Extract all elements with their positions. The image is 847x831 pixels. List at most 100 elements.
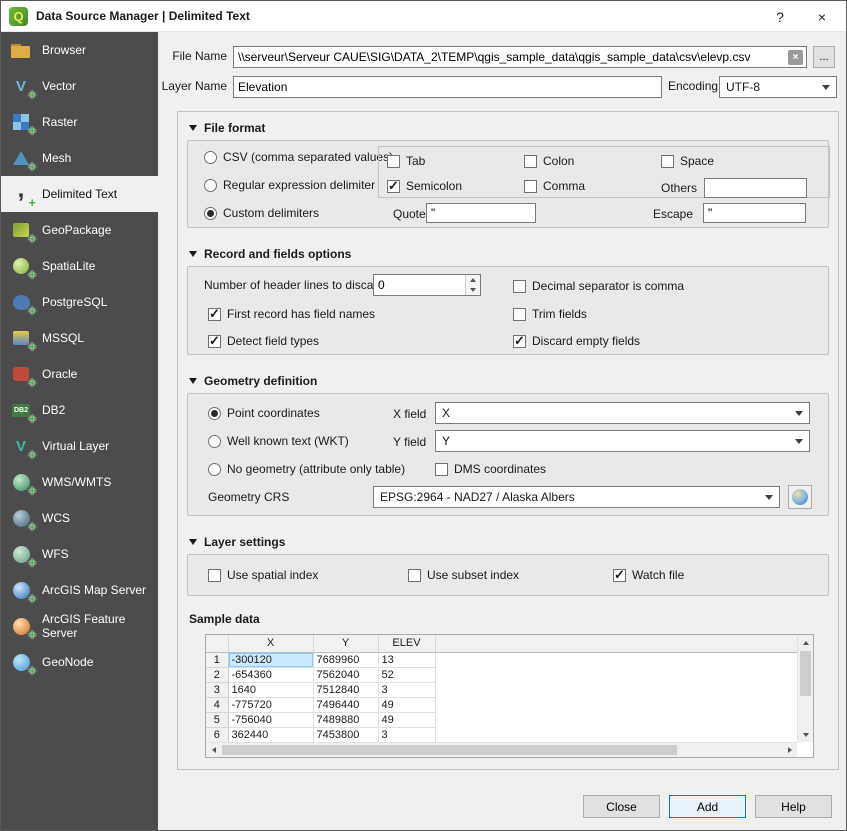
checkbox-discard-empty-fields[interactable]: Discard empty fields — [513, 333, 640, 349]
sidebar-item-raster[interactable]: Raster — [1, 104, 158, 140]
table-cell[interactable]: 362440 — [228, 727, 313, 742]
file-format-section-header[interactable]: File format — [189, 118, 829, 138]
table-cell[interactable]: 7496440 — [313, 697, 378, 712]
browse-button[interactable]: ... — [813, 46, 835, 68]
y-field-select[interactable]: Y — [435, 430, 810, 452]
vertical-scroll-thumb[interactable] — [800, 651, 811, 696]
checkbox-comma[interactable]: Comma — [524, 178, 585, 194]
table-cell[interactable]: 1640 — [228, 682, 313, 697]
checkbox-detect-field-types[interactable]: Detect field types — [208, 333, 319, 349]
vertical-scrollbar[interactable] — [797, 635, 813, 742]
sidebar-item-label: ArcGIS Map Server — [42, 583, 146, 597]
radio-custom-delimiters[interactable]: Custom delimiters — [204, 205, 319, 221]
spin-up-button[interactable] — [466, 275, 480, 285]
window-close-button[interactable]: × — [806, 1, 838, 32]
checkbox-first-record-field-names[interactable]: First record has field names — [208, 306, 375, 322]
row-number[interactable]: 4 — [206, 697, 228, 712]
row-number[interactable]: 3 — [206, 682, 228, 697]
add-button[interactable]: Add — [669, 795, 746, 818]
checkbox-trim-fields[interactable]: Trim fields — [513, 306, 587, 322]
radio-regexp-delimiter[interactable]: Regular expression delimiter — [204, 177, 375, 193]
sidebar-item-wfs[interactable]: WFS — [1, 536, 158, 572]
scroll-left-icon[interactable] — [206, 743, 221, 757]
table-cell[interactable]: 3 — [378, 682, 435, 697]
horizontal-scroll-thumb[interactable] — [222, 745, 677, 755]
checkbox-use-spatial-index[interactable]: Use spatial index — [208, 567, 318, 583]
file-name-input[interactable] — [233, 46, 807, 68]
sidebar-item-oracle[interactable]: Oracle — [1, 356, 158, 392]
checkbox-dms-coordinates[interactable]: DMS coordinates — [435, 461, 546, 477]
encoding-select[interactable]: UTF-8 — [719, 76, 837, 98]
close-button[interactable]: Close — [583, 795, 660, 818]
scroll-right-icon[interactable] — [782, 743, 797, 757]
sidebar-item-mesh[interactable]: Mesh — [1, 140, 158, 176]
sidebar-item-mssql[interactable]: MSSQL — [1, 320, 158, 356]
record-options-section-header[interactable]: Record and fields options — [189, 244, 829, 264]
table-cell[interactable]: 13 — [378, 652, 435, 667]
sidebar-item-wcs[interactable]: WCS — [1, 500, 158, 536]
layer-name-input[interactable] — [233, 76, 662, 98]
column-header-y[interactable]: Y — [313, 635, 378, 652]
table-cell[interactable]: 3 — [378, 727, 435, 742]
geometry-section-title: Geometry definition — [204, 374, 317, 388]
spin-down-button[interactable] — [466, 285, 480, 295]
checkbox-decimal-separator-comma[interactable]: Decimal separator is comma — [513, 278, 684, 294]
scroll-up-icon[interactable] — [798, 635, 813, 650]
checkbox-use-subset-index[interactable]: Use subset index — [408, 567, 519, 583]
column-header-x[interactable]: X — [228, 635, 313, 652]
table-cell[interactable]: 7512840 — [313, 682, 378, 697]
table-cell[interactable]: 7689960 — [313, 652, 378, 667]
column-header-elev[interactable]: ELEV — [378, 635, 435, 652]
table-cell[interactable]: -756040 — [228, 712, 313, 727]
table-cell[interactable]: 49 — [378, 712, 435, 727]
checkbox-tab[interactable]: Tab — [387, 153, 425, 169]
sidebar-item-spatialite[interactable]: SpatiaLite — [1, 248, 158, 284]
table-cell[interactable]: 7489880 — [313, 712, 378, 727]
checkbox-watch-file[interactable]: Watch file — [613, 567, 684, 583]
table-cell[interactable]: 7453800 — [313, 727, 378, 742]
crs-picker-button[interactable] — [788, 485, 812, 509]
row-number[interactable]: 5 — [206, 712, 228, 727]
table-cell[interactable]: -300120 — [228, 652, 313, 667]
sidebar-item-vector[interactable]: Vector — [1, 68, 158, 104]
sidebar-item-browser[interactable]: Browser — [1, 32, 158, 68]
sidebar-item-virtual-layer[interactable]: Virtual Layer — [1, 428, 158, 464]
escape-input[interactable] — [703, 203, 806, 223]
sidebar-item-db2[interactable]: DB2 — [1, 392, 158, 428]
geometry-section-header[interactable]: Geometry definition — [189, 371, 829, 391]
row-number[interactable]: 2 — [206, 667, 228, 682]
x-field-select[interactable]: X — [435, 402, 810, 424]
sidebar-item-arcgis-feature-server[interactable]: ArcGIS Feature Server — [1, 608, 158, 644]
row-number[interactable]: 1 — [206, 652, 228, 667]
sidebar-item-postgresql[interactable]: PostgreSQL — [1, 284, 158, 320]
scroll-down-icon[interactable] — [798, 727, 813, 742]
table-cell[interactable]: -654360 — [228, 667, 313, 682]
sidebar-item-delimited-text[interactable]: Delimited Text — [1, 176, 158, 212]
checkbox-colon[interactable]: Colon — [524, 153, 574, 169]
radio-indicator — [204, 207, 217, 220]
table-cell[interactable]: 52 — [378, 667, 435, 682]
header-lines-input[interactable] — [374, 275, 465, 295]
sidebar-item-arcgis-map-server[interactable]: ArcGIS Map Server — [1, 572, 158, 608]
sidebar-item-wms-wmts[interactable]: WMS/WMTS — [1, 464, 158, 500]
sidebar-item-geonode[interactable]: GeoNode — [1, 644, 158, 680]
window-help-button[interactable]: ? — [764, 1, 796, 32]
checkbox-space[interactable]: Space — [661, 153, 714, 169]
clear-input-icon[interactable] — [788, 50, 803, 65]
layer-settings-section-header[interactable]: Layer settings — [189, 532, 829, 552]
radio-no-geometry[interactable]: No geometry (attribute only table) — [208, 461, 405, 477]
geometry-crs-select[interactable]: EPSG:2964 - NAD27 / Alaska Albers — [373, 486, 780, 508]
radio-csv[interactable]: CSV (comma separated values) — [204, 149, 393, 165]
table-cell[interactable]: 7562040 — [313, 667, 378, 682]
radio-wkt[interactable]: Well known text (WKT) — [208, 433, 349, 449]
others-input[interactable] — [704, 178, 807, 198]
horizontal-scrollbar[interactable] — [206, 742, 797, 757]
help-button[interactable]: Help — [755, 795, 832, 818]
table-cell[interactable]: -775720 — [228, 697, 313, 712]
radio-point-coordinates[interactable]: Point coordinates — [208, 405, 320, 421]
sidebar-item-geopackage[interactable]: GeoPackage — [1, 212, 158, 248]
quote-input[interactable] — [426, 203, 536, 223]
checkbox-semicolon[interactable]: Semicolon — [387, 178, 462, 194]
row-number[interactable]: 6 — [206, 727, 228, 742]
table-cell[interactable]: 49 — [378, 697, 435, 712]
